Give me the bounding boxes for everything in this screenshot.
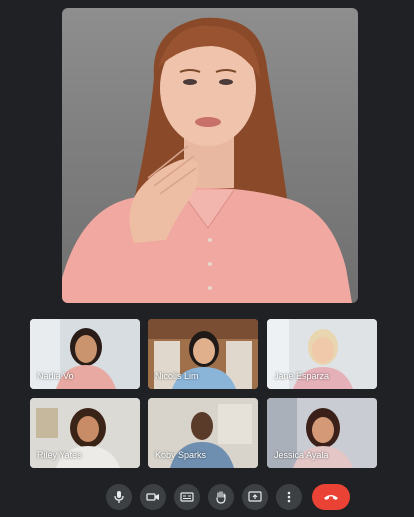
present-screen-button[interactable] — [242, 484, 268, 510]
microphone-icon — [114, 491, 124, 503]
end-call-button[interactable] — [312, 484, 350, 510]
participant-tile[interactable]: Riley Yates — [30, 398, 140, 468]
participant-tile[interactable]: Nadia Vo — [30, 319, 140, 389]
captions-icon — [180, 492, 194, 502]
participant-tile[interactable]: Jane Esparza — [267, 319, 377, 389]
more-options-icon — [287, 491, 291, 503]
camera-icon — [146, 493, 159, 501]
participant-name: Riley Yates — [37, 450, 82, 460]
camera-button[interactable] — [140, 484, 166, 510]
more-options-button[interactable] — [276, 484, 302, 510]
participant-name: Jane Esparza — [274, 371, 330, 381]
raise-hand-button[interactable] — [208, 484, 234, 510]
participant-tile[interactable]: Koby Sparks — [148, 398, 258, 468]
participant-name: Koby Sparks — [155, 450, 207, 460]
end-call-icon — [324, 495, 338, 500]
call-controls-bar — [0, 484, 414, 514]
participant-name: Nadia Vo — [37, 371, 74, 381]
microphone-button[interactable] — [106, 484, 132, 510]
participant-grid: Nadia Vo Nicolis Lim Jane Esparza Riley … — [0, 0, 414, 517]
present-screen-icon — [248, 491, 262, 502]
captions-button[interactable] — [174, 484, 200, 510]
participant-tile[interactable]: Nicolis Lim — [148, 319, 258, 389]
participant-name: Jessica Ayala — [274, 450, 329, 460]
participant-name: Nicolis Lim — [155, 371, 199, 381]
participant-tile[interactable]: Jessica Ayala — [267, 398, 377, 468]
raise-hand-icon — [216, 491, 226, 504]
